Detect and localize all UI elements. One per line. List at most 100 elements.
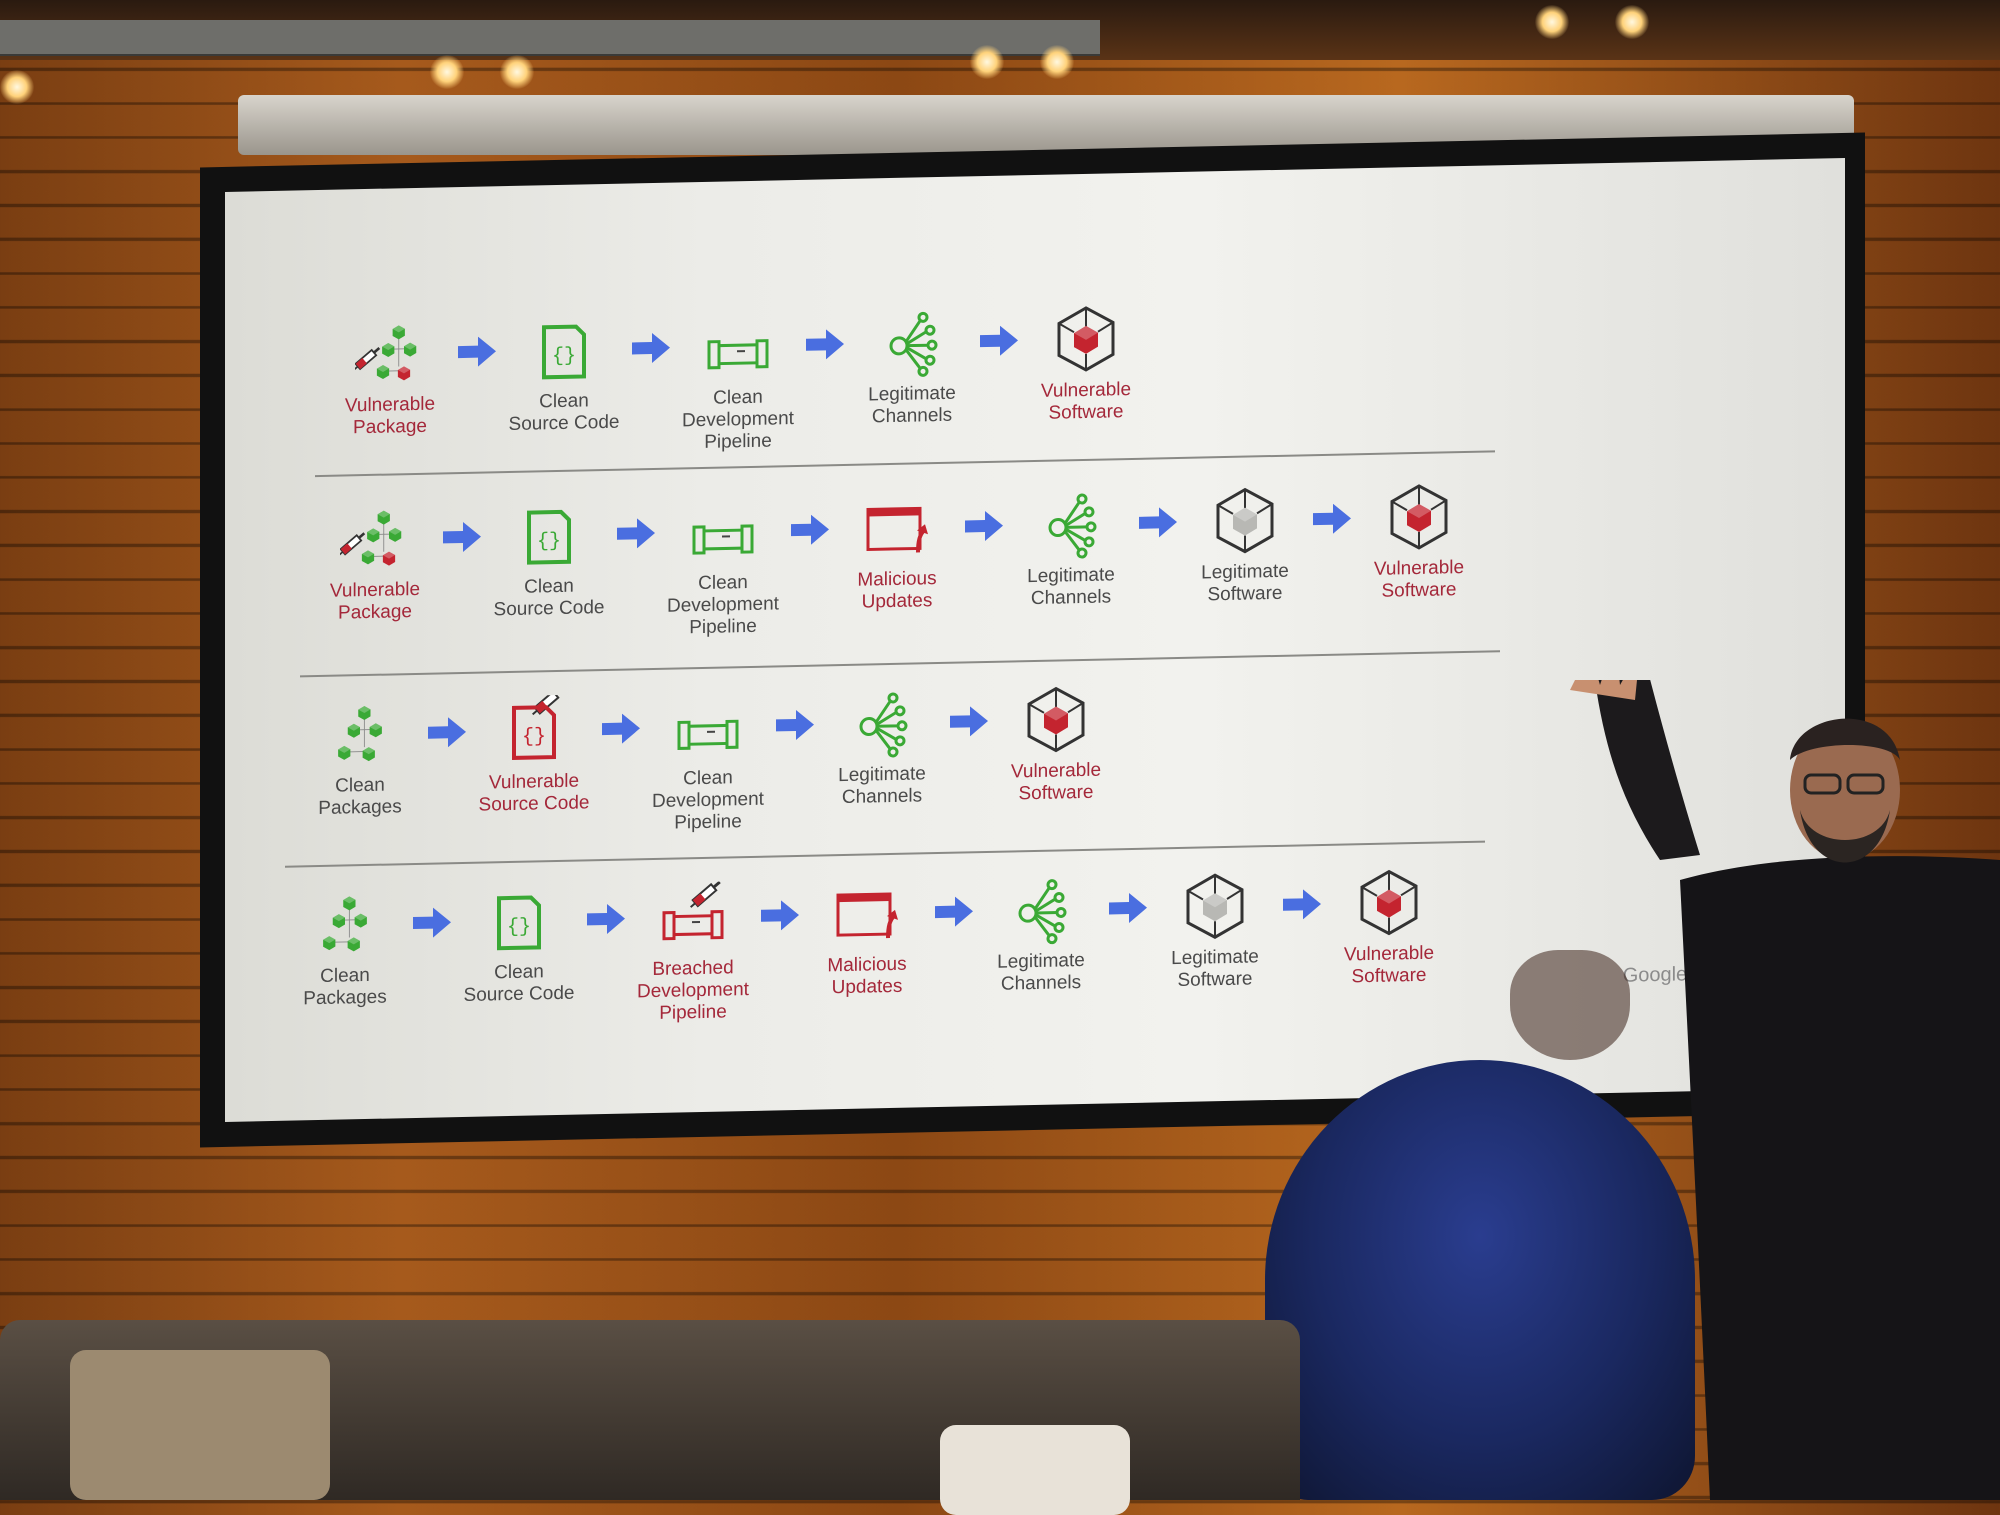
spotlight xyxy=(1040,45,1074,79)
flow-step-label: Legitimate Channels xyxy=(868,383,956,429)
flow-step-label: Vulnerable Software xyxy=(1374,557,1464,603)
flow-step: Vulnerable Software xyxy=(1324,866,1454,989)
ceiling-beam xyxy=(0,20,1100,56)
attack-path-row: Clean Packages {} Clean Source Code Breache… xyxy=(280,866,1454,1033)
spotlight xyxy=(430,55,464,89)
flow-step-label: Vulnerable Software xyxy=(1344,943,1434,989)
flow-step: Vulnerable Software xyxy=(1354,481,1484,604)
flow-arrow-icon xyxy=(440,502,484,573)
flow-arrow-icon xyxy=(932,876,976,947)
flow-step: Malicious Updates xyxy=(832,492,962,615)
flow-step-label: Clean Source Code xyxy=(464,961,575,1007)
software-box-icon xyxy=(1180,870,1250,941)
channels-icon xyxy=(847,687,917,758)
software-box-icon xyxy=(1021,684,1091,755)
flow-arrow-icon xyxy=(629,313,673,384)
flow-step: Clean Development Pipeline xyxy=(643,690,773,835)
flow-step: Clean Development Pipeline xyxy=(658,495,788,640)
spotlight xyxy=(0,70,34,104)
pillow xyxy=(940,1425,1130,1515)
flow-step-label: Clean Development Pipeline xyxy=(652,767,764,835)
channels-icon xyxy=(877,307,947,378)
flow-step-label: Legitimate Software xyxy=(1171,946,1259,992)
flow-step: Legitimate Software xyxy=(1150,870,1280,993)
flow-step-label: Clean Source Code xyxy=(494,575,605,621)
channels-icon xyxy=(1036,489,1106,560)
flow-step-label: Clean Source Code xyxy=(509,390,620,436)
flow-step-label: Clean Packages xyxy=(303,965,386,1011)
flow-arrow-icon xyxy=(788,494,832,565)
flow-arrow-icon xyxy=(1310,483,1354,554)
attack-path-row: Vulnerable Package {} Clean Source Code Cle… xyxy=(310,481,1484,648)
svg-text:{}: {} xyxy=(537,530,561,554)
flow-arrow-icon xyxy=(455,316,499,387)
audience-member-head xyxy=(1265,1060,1695,1500)
vulnerable-package-icon xyxy=(340,503,410,574)
flow-step: {} Clean Source Code xyxy=(454,884,584,1007)
pipeline-icon xyxy=(658,881,728,952)
spotlight xyxy=(1535,5,1569,39)
flow-step-label: Vulnerable Package xyxy=(330,579,420,625)
svg-text:{}: {} xyxy=(507,916,531,940)
flow-step: Legitimate Channels xyxy=(847,306,977,429)
flow-step: Legitimate Channels xyxy=(976,874,1106,997)
flow-step: Breached Development Pipeline xyxy=(628,881,758,1026)
flow-step-label: Legitimate Channels xyxy=(838,763,926,809)
malicious-update-icon xyxy=(862,492,932,563)
vulnerable-package-icon xyxy=(355,318,425,389)
flow-step: Legitimate Software xyxy=(1180,484,1310,607)
flow-step-label: Vulnerable Source Code xyxy=(479,770,590,816)
flow-step-label: Clean Packages xyxy=(318,774,401,820)
software-box-icon xyxy=(1210,485,1280,556)
flow-arrow-icon xyxy=(947,686,991,757)
flow-arrow-icon xyxy=(977,305,1021,376)
flow-arrow-icon xyxy=(614,498,658,569)
flow-step-label: Clean Development Pipeline xyxy=(682,386,794,454)
row-divider xyxy=(285,841,1485,868)
flow-step-label: Clean Development Pipeline xyxy=(667,571,779,639)
flow-arrow-icon xyxy=(425,697,469,768)
flow-arrow-icon xyxy=(599,693,643,764)
clean-packages-icon xyxy=(325,698,395,769)
flow-step: {} Clean Source Code xyxy=(484,499,614,622)
flow-arrow-icon xyxy=(1106,873,1150,944)
flow-step: {} Clean Source Code xyxy=(499,314,629,437)
pipeline-icon xyxy=(673,691,743,762)
flow-step: Vulnerable Software xyxy=(1021,303,1151,426)
flow-step: {}Vulnerable Source Code xyxy=(469,694,599,817)
row-divider xyxy=(300,650,1500,677)
flow-step-label: Vulnerable Package xyxy=(345,394,435,440)
flow-step-label: Vulnerable Software xyxy=(1011,760,1101,806)
flow-arrow-icon xyxy=(758,880,802,951)
flow-arrow-icon xyxy=(410,887,454,958)
source-code-icon: {} xyxy=(499,695,569,766)
flow-step-label: Legitimate Software xyxy=(1201,561,1289,607)
flow-step: Clean Packages xyxy=(280,888,410,1011)
flow-step: Vulnerable Software xyxy=(991,683,1121,806)
channels-icon xyxy=(1006,874,1076,945)
svg-text:{}: {} xyxy=(552,345,576,369)
pipeline-icon xyxy=(703,310,773,381)
flow-step-label: Vulnerable Software xyxy=(1041,379,1131,425)
source-code-icon: {} xyxy=(484,885,554,956)
flow-arrow-icon xyxy=(584,884,628,955)
flow-arrow-icon xyxy=(803,309,847,380)
flow-arrow-icon xyxy=(773,690,817,761)
software-box-icon xyxy=(1354,867,1424,938)
flow-step: Clean Packages xyxy=(295,698,425,821)
pillow xyxy=(70,1350,330,1500)
spotlight xyxy=(1615,5,1649,39)
source-code-icon: {} xyxy=(529,314,599,385)
source-code-icon: {} xyxy=(514,499,584,570)
flow-step-label: Legitimate Channels xyxy=(997,950,1085,996)
flow-step: Legitimate Channels xyxy=(817,687,947,810)
spotlight xyxy=(500,55,534,89)
flow-step: Vulnerable Package xyxy=(325,317,455,440)
malicious-update-icon xyxy=(832,878,902,949)
flow-step-label: Legitimate Channels xyxy=(1027,564,1115,610)
flow-step-label: Malicious Updates xyxy=(827,954,906,1000)
spotlight xyxy=(970,45,1004,79)
clean-packages-icon xyxy=(310,889,380,960)
attack-path-row: Clean Packages {}Vulnerable Source Code Cl… xyxy=(295,683,1121,842)
flow-step: Malicious Updates xyxy=(802,877,932,1000)
